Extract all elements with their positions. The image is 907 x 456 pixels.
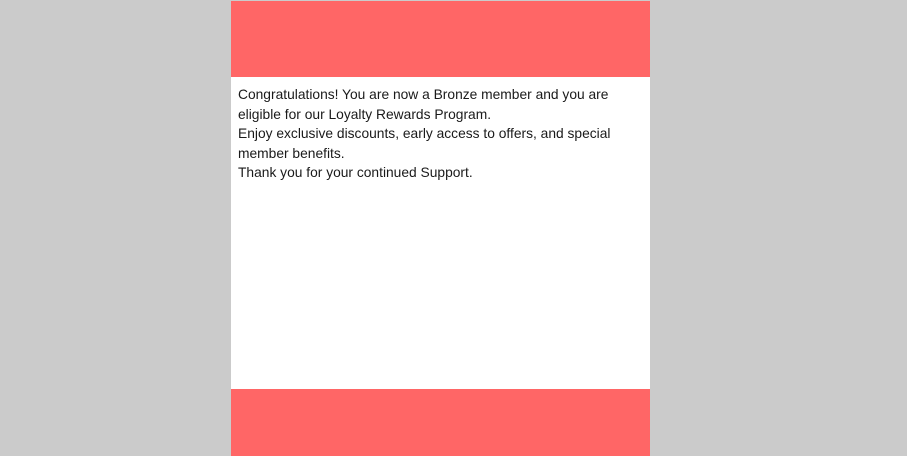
- congratulations-text: Congratulations! You are now a Bronze me…: [238, 87, 609, 122]
- message-body: Congratulations! You are now a Bronze me…: [238, 85, 646, 183]
- message-card: Congratulations! You are now a Bronze me…: [231, 1, 650, 456]
- footer-banner: [231, 389, 650, 456]
- thank-you-text: Thank you for your continued Support.: [238, 165, 473, 180]
- page-background: Congratulations! You are now a Bronze me…: [0, 0, 907, 456]
- benefits-text: Enjoy exclusive discounts, early access …: [238, 126, 611, 161]
- header-banner: [231, 1, 650, 77]
